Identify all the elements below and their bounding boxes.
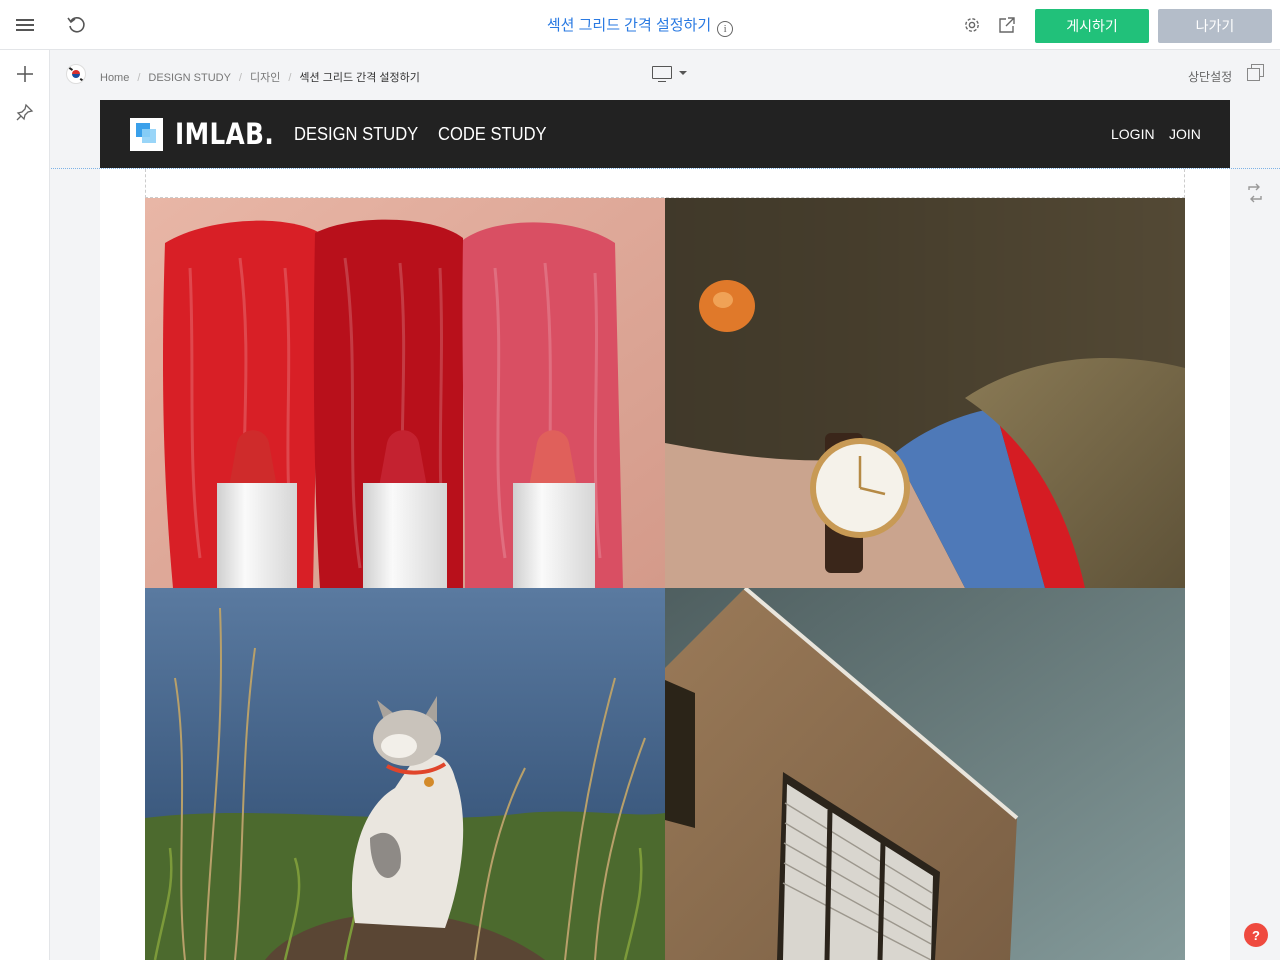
menu-icon[interactable] (13, 13, 37, 37)
join-link[interactable]: JOIN (1169, 126, 1201, 142)
breadcrumb-current: 섹션 그리드 간격 설정하기 (299, 72, 420, 84)
cat-in-grass-image[interactable] (145, 588, 665, 960)
swap-icon[interactable] (1245, 183, 1265, 203)
nav-code-study[interactable]: CODE STUDY (438, 124, 547, 145)
chevron-down-icon (679, 71, 687, 75)
editor-toolbar: Home / DESIGN STUDY / 디자인 / 섹션 그리드 간격 설정하기 상단설… (51, 50, 1280, 100)
logo-icon (130, 118, 163, 151)
left-sidebar (0, 50, 50, 960)
exit-button[interactable]: 나가기 (1158, 9, 1272, 43)
breadcrumb-design-study[interactable]: DESIGN STUDY (148, 72, 231, 84)
lipstick-swatches-image[interactable] (145, 198, 665, 588)
breadcrumb: Home / DESIGN STUDY / 디자인 / 섹션 그리드 간격 설정하기 (100, 69, 420, 85)
info-icon[interactable]: i (717, 21, 734, 37)
wristwatch-image[interactable] (665, 198, 1185, 588)
image-grid (145, 198, 1185, 960)
gear-icon[interactable] (960, 13, 984, 37)
external-link-icon[interactable] (995, 13, 1019, 37)
breadcrumb-separator: / (137, 72, 141, 84)
copy-icon[interactable] (1247, 64, 1265, 82)
device-selector[interactable] (652, 66, 692, 86)
pin-icon[interactable] (13, 100, 37, 124)
undo-icon[interactable] (64, 13, 88, 37)
nav-design-study[interactable]: DESIGN STUDY (294, 124, 418, 145)
breadcrumb-home[interactable]: Home (100, 72, 129, 84)
desktop-icon (652, 66, 672, 79)
editor-topbar: 섹션 그리드 간격 설정하기 i 게시하기 나가기 (0, 0, 1280, 50)
top-setting-button[interactable]: 상단설정 (1188, 68, 1232, 85)
site-logo[interactable]: IMLAB. (175, 117, 274, 151)
plus-icon[interactable] (13, 62, 37, 86)
page-title[interactable]: 섹션 그리드 간격 설정하기 (547, 14, 711, 35)
korea-flag-icon[interactable] (66, 64, 86, 84)
help-button[interactable]: ? (1244, 923, 1268, 947)
site-header[interactable]: IMLAB. DESIGN STUDY CODE STUDY LOGIN JOI… (100, 100, 1230, 168)
publish-button[interactable]: 게시하기 (1035, 9, 1149, 43)
breadcrumb-separator: / (288, 72, 292, 84)
section-gap-area[interactable] (145, 169, 1185, 198)
breadcrumb-separator: / (238, 72, 242, 84)
building-facade-image[interactable] (665, 588, 1185, 960)
login-link[interactable]: LOGIN (1111, 126, 1155, 142)
breadcrumb-design[interactable]: 디자인 (250, 72, 280, 84)
